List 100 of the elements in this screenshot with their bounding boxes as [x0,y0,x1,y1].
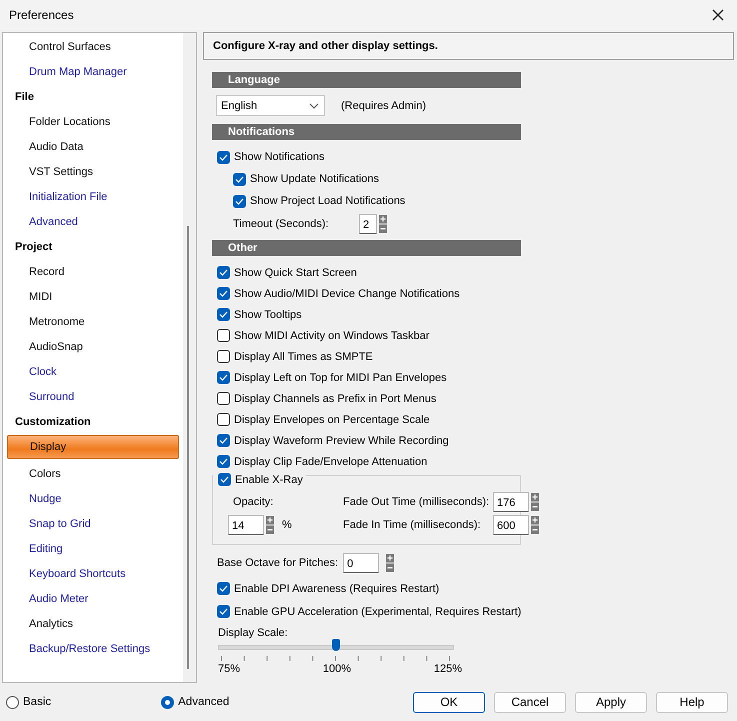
sidebar-item[interactable]: Surround [3,385,183,410]
checkbox[interactable] [217,287,230,300]
close-icon[interactable] [712,9,724,21]
base-octave-label: Base Octave for Pitches: [217,557,338,569]
checkmark-icon [219,458,228,465]
checkbox[interactable] [217,434,230,447]
tick-label: 125% [434,663,462,675]
checkmark-icon [235,198,244,204]
page-header: Configure X-ray and other display settings. [203,32,734,60]
language-dropdown[interactable]: English [216,95,325,116]
checkmark-icon [219,311,228,318]
sidebar-item[interactable]: AudioSnap [3,335,183,360]
percent-unit: % [282,519,292,531]
checkmark-icon [219,374,228,381]
option-label: Display Clip Fade/Envelope Attenuation [234,456,428,468]
checkmark-icon [220,476,229,483]
sidebar-item[interactable]: Drum Map Manager [3,60,183,85]
checkbox[interactable] [217,413,230,426]
spin-buttons[interactable] [386,554,394,572]
slider-thumb[interactable] [332,639,340,651]
checkbox[interactable] [217,455,230,468]
chevron-down-icon[interactable] [309,102,319,108]
option-label: Enable X-Ray [235,474,303,486]
spin-buttons[interactable] [266,516,274,534]
radio-button[interactable] [6,696,19,708]
checkbox[interactable] [233,194,246,208]
dialog-button[interactable]: OK [413,692,485,712]
sidebar-item[interactable]: Keyboard Shortcuts [3,562,183,587]
checkbox[interactable] [217,329,230,342]
fade-in-field[interactable]: 600 [493,515,529,535]
sidebar-item[interactable]: Audio Meter [3,587,183,612]
section-header: Other [212,240,521,256]
checkbox[interactable] [233,172,246,186]
sidebar-item[interactable]: Analytics [3,612,183,637]
category-heading: Customization [14,415,92,430]
sidebar-item[interactable]: Control Surfaces [3,35,183,60]
section-header: Language [212,72,521,88]
category-heading: Project [14,240,54,255]
sidebar-item[interactable]: Record [3,260,183,285]
option-label: Show Notifications [234,151,324,163]
sidebar-item[interactable]: Clock [3,360,183,385]
checkbox[interactable] [217,605,230,618]
dialog-button[interactable]: Cancel [494,692,566,712]
checkbox[interactable] [217,371,230,384]
spin-buttons[interactable] [379,215,387,233]
option-label: Enable DPI Awareness (Requires Restart) [234,582,440,594]
checkbox[interactable] [218,473,231,486]
checkbox[interactable] [217,266,230,279]
checkbox[interactable] [217,582,230,595]
dialog-button[interactable]: Apply [575,692,647,712]
display-scale-label: Display Scale: [218,627,289,639]
option-label: Show Update Notifications [250,173,380,185]
checkmark-icon [219,290,228,297]
sidebar-item[interactable]: MIDI [3,285,183,310]
sidebar-item[interactable]: Backup/Restore Settings [3,637,183,662]
sidebar-item[interactable]: Snap to Grid [3,512,183,537]
tick-label: 75% [218,663,240,675]
checkmark-icon [235,176,244,182]
checkmark-icon [219,608,228,615]
checkbox[interactable] [217,150,230,164]
spin-buttons[interactable] [531,493,539,511]
dialog-button[interactable]: Help [656,692,728,712]
fade-out-field[interactable]: 176 [493,492,529,512]
sidebar-item[interactable]: Audio Data [3,135,183,160]
section-header: Notifications [212,124,521,140]
checkmark-icon [219,269,228,276]
timeout-label: Timeout (Seconds): [233,218,330,230]
checkbox[interactable] [217,392,230,405]
checkmark-icon [219,154,228,160]
option-label: Display Left on Top for MIDI Pan Envelopes [234,372,447,384]
option-label: Show Quick Start Screen [234,266,357,278]
sidebar-item[interactable]: Nudge [3,487,183,512]
checkbox[interactable] [217,350,230,363]
radio-label: Advanced [178,696,230,708]
checkmark-icon [219,585,228,592]
option-label: Show Project Load Notifications [250,195,406,207]
base-octave-field[interactable]: 0 [343,553,380,573]
tick-label: 100% [322,663,352,675]
sidebar-item[interactable]: VST Settings [3,160,183,185]
sidebar-item[interactable]: Colors [3,462,183,487]
option-label: Display Channels as Prefix in Port Menus [234,392,436,404]
scroll-thumb[interactable] [187,226,189,669]
checkbox[interactable] [217,308,230,321]
fade-out-label: Fade Out Time (milliseconds): [343,496,490,508]
option-label: Show Tooltips [234,308,302,320]
timeout-field[interactable]: 2 [359,214,377,234]
opacity-label: Opacity: [233,496,274,508]
sidebar-item[interactable]: Initialization File [3,185,183,210]
spin-buttons[interactable] [531,516,539,534]
radio-button[interactable] [161,696,174,708]
sidebar-item[interactable]: Advanced [3,210,183,235]
sidebar-item[interactable]: Folder Locations [3,110,183,135]
option-label: Enable GPU Acceleration (Experimental, Requires Restart) [234,606,522,618]
option-label: Display Envelopes on Percentage Scale [234,414,430,426]
sidebar-item[interactable]: Metronome [3,310,183,335]
sidebar-item[interactable]: Display [7,435,179,459]
sidebar-item[interactable]: Editing [3,537,183,562]
checkmark-icon [219,437,228,444]
opacity-field[interactable]: 14 [228,515,264,535]
option-label: Show MIDI Activity on Windows Taskbar [234,330,430,342]
